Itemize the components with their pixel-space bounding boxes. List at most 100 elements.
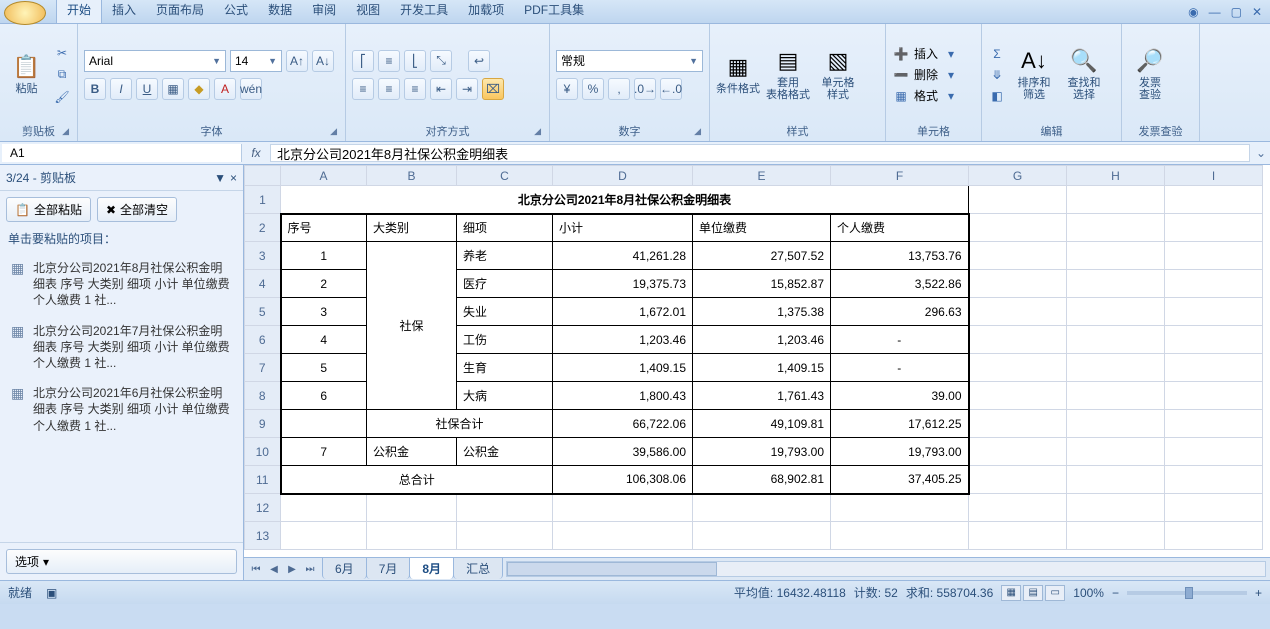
merge-center-icon[interactable]: ⌧ (482, 78, 504, 100)
cell[interactable] (1165, 270, 1263, 298)
cell[interactable]: 1 (281, 242, 367, 270)
zoom-out-icon[interactable]: − (1112, 586, 1119, 600)
cell[interactable] (1067, 326, 1165, 354)
dec-decimal-icon[interactable]: ←.0 (660, 78, 682, 100)
view-layout-icon[interactable]: ▤ (1023, 585, 1043, 601)
zoom-in-icon[interactable]: + (1255, 586, 1262, 600)
cell[interactable]: 17,612.25 (831, 410, 969, 438)
cell[interactable] (969, 214, 1067, 242)
tab-home[interactable]: 开始 (56, 0, 102, 23)
options-button[interactable]: 选项 ▾ (6, 549, 237, 574)
cell[interactable]: 大病 (457, 382, 553, 410)
tab-developer[interactable]: 开发工具 (390, 0, 458, 23)
cell[interactable] (1067, 354, 1165, 382)
cell[interactable] (969, 410, 1067, 438)
cell[interactable] (831, 522, 969, 550)
align-bottom-icon[interactable]: ⎣ (404, 50, 426, 72)
row-header[interactable]: 8 (245, 382, 281, 410)
cell[interactable] (1165, 186, 1263, 214)
row-header[interactable]: 5 (245, 298, 281, 326)
cell[interactable]: 27,507.52 (693, 242, 831, 270)
align-center-icon[interactable]: ≡ (378, 78, 400, 100)
cell[interactable]: 19,375.73 (553, 270, 693, 298)
cell[interactable] (1067, 522, 1165, 550)
inc-decimal-icon[interactable]: .0→ (634, 78, 656, 100)
cell[interactable]: 1,203.46 (693, 326, 831, 354)
col-header[interactable]: I (1165, 166, 1263, 186)
clear-icon[interactable]: ◧ (988, 87, 1006, 105)
sheet-nav-prev-icon[interactable]: ◀ (266, 564, 282, 575)
cell[interactable]: 小计 (553, 214, 693, 242)
align-right-icon[interactable]: ≡ (404, 78, 426, 100)
name-box[interactable]: A1 (2, 144, 242, 162)
cell[interactable] (1067, 270, 1165, 298)
cell[interactable]: 单位缴费 (693, 214, 831, 242)
tab-addins[interactable]: 加载项 (458, 0, 514, 23)
paste-button[interactable]: 📋 粘贴 (6, 28, 47, 121)
formula-input[interactable]: 北京分公司2021年8月社保公积金明细表 (270, 144, 1250, 162)
cut-icon[interactable]: ✂ (53, 44, 71, 62)
cell[interactable]: 1,800.43 (553, 382, 693, 410)
cell[interactable]: 大类别 (367, 214, 457, 242)
view-pagebreak-icon[interactable]: ▭ (1045, 585, 1065, 601)
pane-dropdown-icon[interactable]: ▼ (214, 171, 226, 185)
cell[interactable]: 养老 (457, 242, 553, 270)
cell[interactable] (1067, 410, 1165, 438)
help-icon[interactable]: ◉ (1188, 5, 1198, 19)
cell[interactable]: 7 (281, 438, 367, 466)
sheet-tab[interactable]: 汇总 (453, 557, 503, 579)
cell[interactable] (969, 438, 1067, 466)
cell[interactable]: - (831, 326, 969, 354)
fill-icon[interactable]: ⤋ (988, 66, 1006, 84)
font-size-combo[interactable]: 14▼ (230, 50, 282, 72)
col-header[interactable]: D (553, 166, 693, 186)
cell[interactable] (1165, 298, 1263, 326)
conditional-format-button[interactable]: ▦条件格式 (716, 28, 760, 121)
cell-title[interactable]: 北京分公司2021年8月社保公积金明细表 (281, 186, 969, 214)
fill-color-button[interactable]: ◆ (188, 78, 210, 100)
cell[interactable] (1067, 186, 1165, 214)
cell[interactable] (1067, 494, 1165, 522)
cell[interactable]: 66,722.06 (553, 410, 693, 438)
col-header[interactable]: F (831, 166, 969, 186)
cell[interactable] (969, 522, 1067, 550)
sheet-tab[interactable]: 8月 (409, 557, 454, 579)
pane-close-icon[interactable]: × (230, 171, 237, 185)
cell[interactable]: 社保合计 (367, 410, 553, 438)
table-format-button[interactable]: ▤套用 表格格式 (766, 28, 810, 121)
row-header[interactable]: 9 (245, 410, 281, 438)
clipboard-item[interactable]: ▦北京分公司2021年6月社保公积金明细表 序号 大类别 细项 小计 单位缴费 … (6, 378, 237, 441)
row-header[interactable]: 10 (245, 438, 281, 466)
cell[interactable] (969, 382, 1067, 410)
cell[interactable]: 医疗 (457, 270, 553, 298)
number-launcher[interactable]: ◢ (694, 126, 701, 137)
cell[interactable]: 19,793.00 (693, 438, 831, 466)
cell[interactable]: 37,405.25 (831, 466, 969, 494)
number-format-combo[interactable]: 常规▼ (556, 50, 703, 72)
format-painter-icon[interactable]: 🖌 (53, 88, 71, 106)
cell[interactable]: 15,852.87 (693, 270, 831, 298)
sheet-nav-first-icon[interactable]: ⏮ (248, 564, 264, 575)
align-left-icon[interactable]: ≡ (352, 78, 374, 100)
cell[interactable]: 296.63 (831, 298, 969, 326)
cell[interactable]: 失业 (457, 298, 553, 326)
col-header[interactable]: B (367, 166, 457, 186)
tab-view[interactable]: 视图 (346, 0, 390, 23)
zoom-level[interactable]: 100% (1073, 586, 1104, 600)
zoom-slider[interactable] (1127, 591, 1247, 595)
cell[interactable]: 3 (281, 298, 367, 326)
tab-review[interactable]: 审阅 (302, 0, 346, 23)
col-header[interactable]: A (281, 166, 367, 186)
cell[interactable] (969, 354, 1067, 382)
sheet-nav-next-icon[interactable]: ▶ (284, 564, 300, 575)
cell[interactable] (1165, 214, 1263, 242)
tab-pdf[interactable]: PDF工具集 (514, 0, 594, 23)
row-header[interactable]: 7 (245, 354, 281, 382)
format-cells-button[interactable]: ▦格式▾ (892, 87, 960, 105)
row-header[interactable]: 1 (245, 186, 281, 214)
cell[interactable] (969, 186, 1067, 214)
invoice-check-button[interactable]: 🔎发票 查验 (1128, 28, 1172, 121)
percent-icon[interactable]: % (582, 78, 604, 100)
cell[interactable]: 1,761.43 (693, 382, 831, 410)
row-header[interactable]: 6 (245, 326, 281, 354)
